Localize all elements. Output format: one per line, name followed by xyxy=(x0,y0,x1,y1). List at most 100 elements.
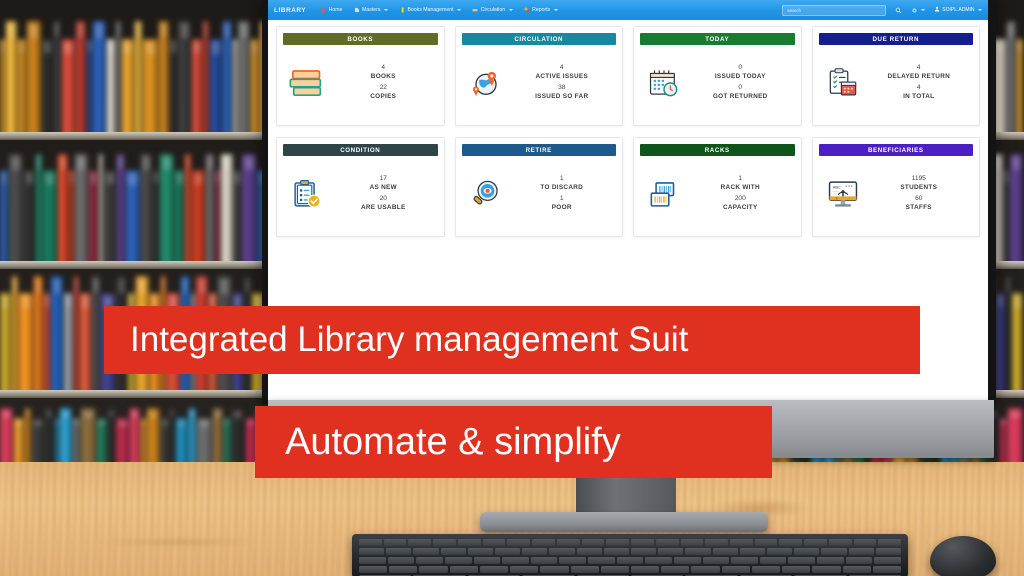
globe-pin-icon xyxy=(463,66,509,101)
book-spine xyxy=(1017,39,1023,140)
keyboard-key xyxy=(413,548,439,555)
book-spine xyxy=(1011,293,1024,398)
checklist-calendar-icon xyxy=(820,66,866,100)
nav-item-reports-label: Reports xyxy=(532,7,551,13)
stat-value: 20 xyxy=(379,195,387,202)
keyboard-key xyxy=(606,539,630,546)
circulation-icon xyxy=(472,7,478,13)
stat-label: ACTIVE ISSUES xyxy=(535,73,589,80)
keyboard-key xyxy=(444,557,472,564)
gear-icon[interactable] xyxy=(911,7,925,14)
keyboard-key xyxy=(433,539,456,546)
search-input[interactable] xyxy=(787,7,882,13)
chevron-down-icon xyxy=(457,9,462,11)
stat-label: STUDENTS xyxy=(900,184,938,191)
keyboard-key xyxy=(645,557,672,564)
keyboard-key xyxy=(705,539,729,546)
search-icon[interactable] xyxy=(895,7,902,14)
card-books[interactable]: BOOKS 4 BOOKS 22 COPIES xyxy=(276,26,445,126)
keyboard-key xyxy=(721,566,750,573)
book-spine xyxy=(75,153,88,269)
keyboard-key xyxy=(630,566,660,573)
keyboard-key xyxy=(691,566,720,573)
card-today-header: TODAY xyxy=(640,33,795,45)
monitor-abc-icon: ABC xyxy=(820,177,866,211)
nav-item-masters[interactable]: Masters xyxy=(354,7,388,13)
book-spine xyxy=(233,170,242,269)
keyboard-key xyxy=(848,548,874,555)
book-spine xyxy=(192,39,202,140)
keyboard-key xyxy=(794,548,820,555)
book-spine xyxy=(209,39,223,140)
navbar-right: SOIPL.ADMIN xyxy=(782,0,982,20)
keyboard-key xyxy=(702,557,730,564)
keyboard-key xyxy=(502,557,529,564)
keyboard-key xyxy=(853,539,877,546)
keyboard-key xyxy=(522,548,548,555)
card-racks[interactable]: RACKS 1 RACK WITH 200 CAPACITY xyxy=(633,137,802,237)
book-spine xyxy=(122,39,134,140)
stat-value: 22 xyxy=(379,84,387,91)
card-today[interactable]: TODAY 0 ISSUED TODAY 0 GOT RETURNED xyxy=(633,26,802,126)
slide-stage: LIBRARY Home Masters Books Management Ci… xyxy=(0,0,1024,576)
book-spine xyxy=(104,170,116,269)
keyboard-key xyxy=(540,566,569,573)
search-box[interactable] xyxy=(782,4,887,16)
stat-value: 4 xyxy=(916,64,921,71)
keyboard-key xyxy=(530,557,558,564)
book-spine xyxy=(98,153,104,269)
keyboard-key xyxy=(680,539,704,546)
dashboard: BOOKS 4 BOOKS 22 COPIES CIRCULATION 4 AC… xyxy=(268,20,988,254)
book-spine xyxy=(996,293,1005,398)
user-icon xyxy=(934,6,940,14)
book-spine xyxy=(74,276,79,398)
keyboard-key xyxy=(655,539,679,546)
chevron-down-icon xyxy=(508,9,513,11)
book-spine xyxy=(61,39,75,140)
keyboard-key xyxy=(389,566,418,573)
keyboard-key xyxy=(845,557,873,564)
book-spine xyxy=(35,153,43,269)
user-menu[interactable]: SOIPL.ADMIN xyxy=(934,6,982,14)
app-brand[interactable]: LIBRARY xyxy=(274,7,306,14)
book-spine xyxy=(125,170,141,269)
keyboard-key xyxy=(570,566,599,573)
keyboard-key xyxy=(549,548,575,555)
book-spine xyxy=(170,39,177,140)
keyboard-key xyxy=(495,548,521,555)
keyboard-key xyxy=(754,539,778,546)
keyboard-key xyxy=(387,557,415,564)
stat-label: STAFFS xyxy=(905,204,932,211)
magnifier-eye-icon xyxy=(463,177,509,211)
card-condition[interactable]: CONDITION 17 AS NEW 20 ARE USABLE xyxy=(276,137,445,237)
stat-value: 0 xyxy=(738,64,743,71)
stat-value: 17 xyxy=(379,175,387,182)
card-retire[interactable]: RETIRE 1 TO DISCARD 1 POOR xyxy=(454,137,623,237)
card-circulation[interactable]: CIRCULATION 4 ACTIVE ISSUES 38 ISSUED SO… xyxy=(454,26,623,126)
book-spine xyxy=(57,153,68,269)
stat-label: ARE USABLE xyxy=(360,204,406,211)
card-due-return[interactable]: DUE RETURN 4 DELAYED RETURN 4 IN TOTAL xyxy=(811,26,980,126)
nav-item-home[interactable]: Home xyxy=(320,7,343,13)
keyboard-key xyxy=(507,539,531,546)
book-spine xyxy=(1003,170,1010,269)
book-spine xyxy=(18,39,26,140)
book-spine xyxy=(152,170,160,269)
book-spine xyxy=(242,153,257,269)
book-spine xyxy=(24,170,35,269)
chevron-down-icon xyxy=(553,9,558,11)
stat-label: DELAYED RETURN xyxy=(887,73,951,80)
nav-item-reports[interactable]: Reports xyxy=(524,7,558,13)
keyboard-key xyxy=(479,566,509,573)
nav-item-books-management[interactable]: Books Management xyxy=(399,7,462,13)
keyboard-key xyxy=(359,548,385,555)
nav-item-home-label: Home xyxy=(328,7,343,13)
keyboard-key xyxy=(751,566,781,573)
card-beneficiaries[interactable]: BENEFICIARIES ABC 1195 STUDENTS 60 STAFF… xyxy=(811,137,980,237)
book-spine xyxy=(232,39,238,140)
book-spine xyxy=(215,170,221,269)
nav-item-circulation[interactable]: Circulation xyxy=(472,7,513,13)
book-spine xyxy=(250,39,259,140)
svg-text:ABC: ABC xyxy=(832,184,840,189)
book-spine xyxy=(0,39,5,140)
